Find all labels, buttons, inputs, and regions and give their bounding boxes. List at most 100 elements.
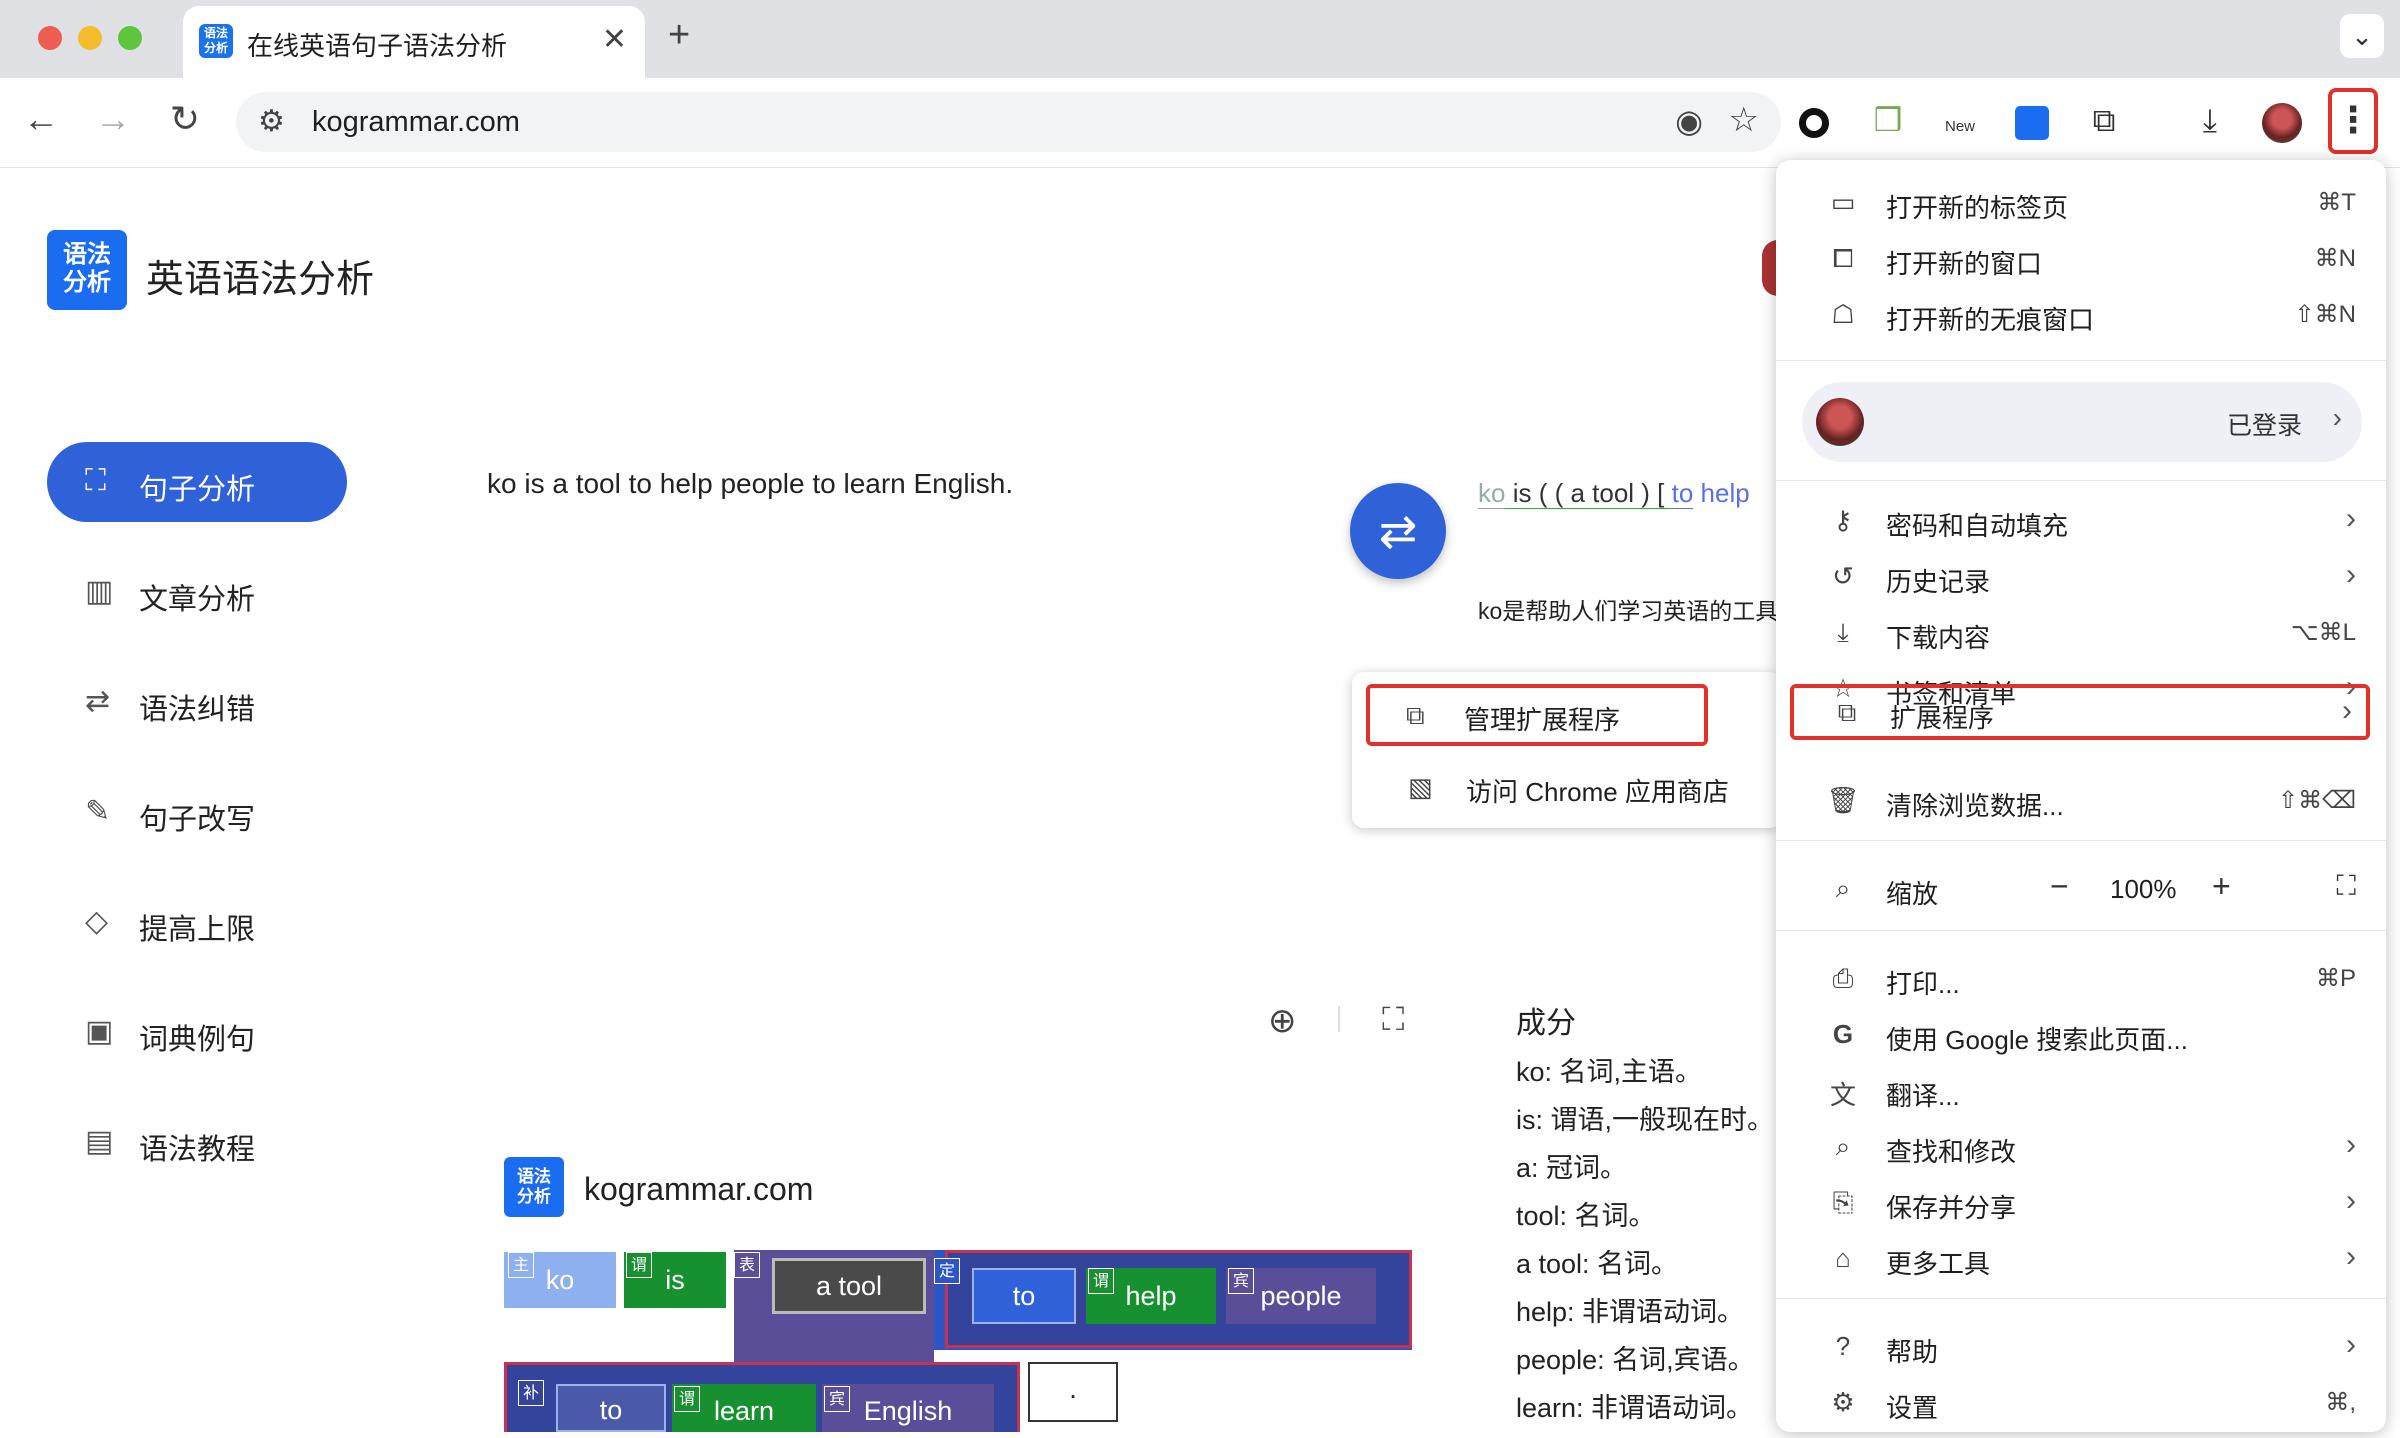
menu-divider <box>1776 930 2386 931</box>
chrome-web-store-item[interactable]: ▧ 访问 Chrome 应用商店 <box>1366 756 1766 818</box>
back-button[interactable]: ← <box>16 98 66 140</box>
sidebar-item-article-analysis[interactable]: ▥ 文章分析 <box>47 552 347 632</box>
key-icon: ⚷ <box>1833 505 1853 535</box>
sentence-input[interactable]: ko is a tool to help people to learn Eng… <box>487 468 1013 500</box>
sidebar-item-label: 语法教程 <box>139 1134 256 1166</box>
menu-item-shortcut: ⌥⌘L <box>2290 619 2356 646</box>
menu-item-incognito[interactable]: ☖ 打开新的无痕窗口 ⇧⌘N <box>1790 286 2370 342</box>
menu-item-translate[interactable]: 文 翻译... <box>1790 1062 2370 1118</box>
download-icon[interactable]: ⤓ <box>2186 96 2234 144</box>
tag-complement: 补 <box>518 1380 544 1406</box>
browser-toolbar: ← → ↻ ⚙ kogrammar.com ◉ ☆ ❒ New ⧉ ⤓ ⋮ <box>0 78 2400 168</box>
word-to-2: to <box>556 1384 666 1432</box>
extension-icon[interactable]: ❒ <box>1864 96 1912 144</box>
sidebar-item-dictionary[interactable]: ▣ 词典例句 <box>47 992 347 1072</box>
tab-favicon: 语法 分析 <box>199 24 233 58</box>
puzzle-icon[interactable]: ⧉ <box>2080 96 2128 144</box>
site-title: 英语语法分析 <box>146 259 375 301</box>
screenshot-icon[interactable]: ⊕ <box>1268 1001 1297 1041</box>
fullscreen-icon[interactable]: ⛶ <box>1382 1001 1404 1039</box>
url-text[interactable]: kogrammar.com <box>312 106 520 139</box>
site-info-icon[interactable]: ⚙ <box>258 104 285 139</box>
sidebar-item-grammar-correction[interactable]: ⇄ 语法纠错 <box>47 662 347 742</box>
zoom-icon: ⌕ <box>1835 873 1851 903</box>
menu-item-new-tab[interactable]: ▭ 打开新的标签页 ⌘T <box>1790 174 2370 230</box>
component-line: is: 谓语,一般现在时。 <box>1516 1105 1775 1135</box>
fullscreen-icon[interactable]: ⛶ <box>2336 870 2356 903</box>
menu-item-passwords[interactable]: ⚷ 密码和自动填充 › <box>1790 492 2370 548</box>
tab-close-icon[interactable]: ✕ <box>602 22 627 57</box>
parse-token-ko: ko <box>1478 478 1506 509</box>
diamond-icon: ◇ <box>85 905 109 938</box>
menu-item-new-window[interactable]: ⧠ 打开新的窗口 ⌘N <box>1790 230 2370 286</box>
tag-predicate-2: 谓 <box>1088 1268 1114 1294</box>
tag-predicate-3: 谓 <box>674 1386 700 1412</box>
rewrite-icon: ✎ <box>85 795 111 828</box>
book-icon: ▥ <box>85 575 114 608</box>
sidebar-item-tutorial[interactable]: ▤ 语法教程 <box>47 1102 347 1182</box>
new-tab-button[interactable]: + <box>668 14 690 57</box>
chevron-right-icon: › <box>2346 1328 2356 1361</box>
menu-item-save-share[interactable]: ⎘ 保存并分享 › <box>1790 1174 2370 1230</box>
puzzle-icon: ⧉ <box>1837 697 1857 727</box>
menu-item-find[interactable]: ⌕ 查找和修改 › <box>1790 1118 2370 1174</box>
menu-item-extensions[interactable]: ⧉ 扩展程序 › <box>1790 684 2370 740</box>
parse-result-line: ko is ( ( a tool ) [ to help <box>1478 478 1778 509</box>
reload-button[interactable]: ↻ <box>160 98 210 140</box>
kogrammar-extension-icon[interactable] <box>2008 96 2056 144</box>
swap-button[interactable]: ⇄ <box>1350 483 1446 579</box>
chevron-right-icon: › <box>2342 694 2352 727</box>
menu-item-label: 打开新的窗口 <box>1886 249 2043 279</box>
forward-button[interactable]: → <box>88 98 138 140</box>
menu-item-google-search[interactable]: G 使用 Google 搜索此页面... <box>1790 1006 2370 1062</box>
chevron-right-icon: › <box>2346 1128 2356 1161</box>
web-store-icon: ▧ <box>1408 772 1433 802</box>
chrome-web-store-label: 访问 Chrome 应用商店 <box>1466 777 1729 807</box>
profile-avatar-icon <box>1816 398 1864 446</box>
profile-status: 已登录 <box>2226 412 2302 440</box>
menu-item-downloads[interactable]: ⤓ 下载内容 ⌥⌘L <box>1790 604 2370 660</box>
menu-item-label: 打开新的无痕窗口 <box>1886 305 2095 335</box>
tab-title: 在线英语句子语法分析 <box>247 31 508 61</box>
eye-off-icon[interactable]: ◉ <box>1675 102 1703 140</box>
new-extension-icon[interactable]: New <box>1936 96 1984 144</box>
record-extension-icon[interactable] <box>1790 96 1838 144</box>
parse-token-is: is ( ( a tool ) [ <box>1505 478 1672 509</box>
word-a-tool: a tool <box>772 1258 926 1314</box>
menu-item-help[interactable]: ? 帮助 › <box>1790 1318 2370 1374</box>
menu-item-clear-data[interactable]: 🗑 清除浏览数据... ⇧⌘⌫ <box>1790 772 2370 828</box>
diagram-domain: kogrammar.com <box>584 1171 814 1207</box>
site-logo[interactable]: 语法 分析 <box>47 230 127 310</box>
active-tab[interactable]: 语法 分析 在线英语句子语法分析 ✕ <box>183 6 645 78</box>
manage-extensions-item[interactable]: ⧉ 管理扩展程序 <box>1366 684 1708 746</box>
sidebar-item-sentence-rewrite[interactable]: ✎ 句子改写 <box>47 772 347 852</box>
zoom-out-button[interactable]: − <box>2050 868 2069 905</box>
new-badge: New <box>1944 118 1975 135</box>
menu-item-history[interactable]: ↺ 历史记录 › <box>1790 548 2370 604</box>
download-icon: ⤓ <box>1837 617 1849 647</box>
sidebar-item-improve[interactable]: ◇ 提高上限 <box>47 882 347 962</box>
minimize-window-button[interactable] <box>78 26 102 50</box>
sidebar-item-label: 句子改写 <box>139 804 256 836</box>
bookmark-star-icon[interactable]: ☆ <box>1729 100 1759 140</box>
toolbar-divider <box>1338 1006 1340 1032</box>
address-bar[interactable]: ⚙ kogrammar.com ◉ ☆ <box>236 92 1781 152</box>
zoom-in-button[interactable]: + <box>2212 868 2231 905</box>
maximize-window-button[interactable] <box>118 26 142 50</box>
menu-item-shortcut: ⇧⌘N <box>2294 301 2356 328</box>
parse-token-help: help <box>1693 478 1750 508</box>
profile-row[interactable]: 已登录 › <box>1802 382 2362 462</box>
menu-item-shortcut: ⌘P <box>2315 965 2356 992</box>
menu-item-label: 打开新的标签页 <box>1886 193 2069 223</box>
menu-item-print[interactable]: ⎙ 打印... ⌘P <box>1790 950 2370 1006</box>
menu-item-more-tools[interactable]: ⌂ 更多工具 › <box>1790 1230 2370 1286</box>
close-window-button[interactable] <box>38 26 62 50</box>
chrome-menu-button[interactable]: ⋮ <box>2328 88 2378 154</box>
sidebar-item-sentence-analysis[interactable]: ⛶ 句子分析 <box>47 442 347 522</box>
menu-item-label: 翻译... <box>1886 1081 1960 1111</box>
tab-search-button[interactable]: ⌄ <box>2340 14 2384 58</box>
menu-item-settings[interactable]: ⚙ 设置 ⌘, <box>1790 1374 2370 1430</box>
profile-avatar[interactable] <box>2258 96 2306 144</box>
tag-predicate: 谓 <box>626 1252 652 1278</box>
extensions-submenu: ⧉ 管理扩展程序 ▧ 访问 Chrome 应用商店 <box>1352 672 1782 828</box>
